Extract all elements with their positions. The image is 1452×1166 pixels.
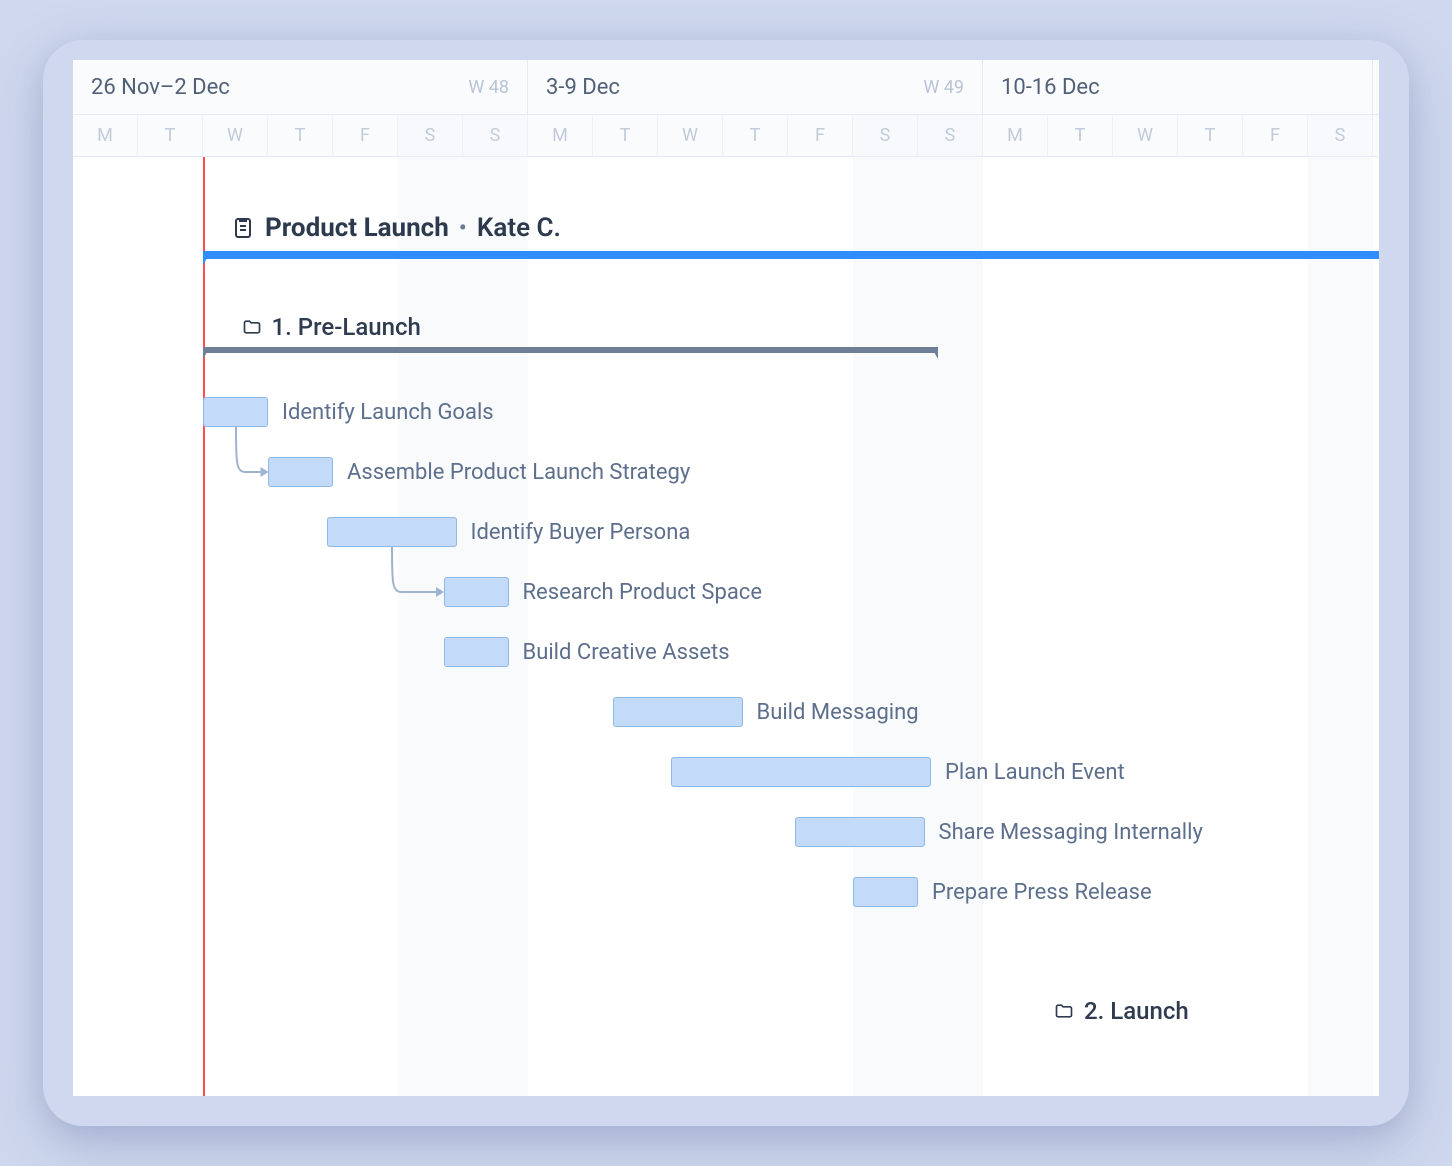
week-row: 4726 Nov–2 DecW 483-9 DecW 4910-16 Dec — [73, 60, 1379, 114]
task[interactable]: Research Product Space — [444, 577, 763, 607]
folder-icon — [1054, 1001, 1074, 1021]
day-header-cell: S — [1308, 115, 1373, 156]
task-label: Identify Buyer Persona — [471, 520, 691, 545]
week-number: W 49 — [923, 77, 964, 98]
day-header-cell: S — [463, 115, 528, 156]
week-header-cell: 26 Nov–2 Dec W 48 — [73, 60, 528, 114]
day-header-cell: S — [918, 115, 983, 156]
week-number: W 48 — [468, 77, 509, 98]
task-bar[interactable] — [671, 757, 931, 787]
day-header-cell: T — [138, 115, 203, 156]
gantt-body[interactable]: Product Launch • Kate C. 1. Pre-Launch Ident… — [73, 157, 1379, 1096]
task[interactable]: Prepare Press Release — [853, 877, 1152, 907]
task-bar[interactable] — [613, 697, 743, 727]
day-header-cell: T — [1048, 115, 1113, 156]
folder-header[interactable]: 1. Pre-Launch — [242, 313, 421, 341]
task-label: Prepare Press Release — [932, 880, 1152, 905]
task-label: Identify Launch Goals — [282, 400, 494, 425]
day-header-cell: T — [1178, 115, 1243, 156]
day-header-cell: S — [853, 115, 918, 156]
day-header-cell: F — [788, 115, 853, 156]
week-header-cell: 3-9 Dec W 49 — [528, 60, 983, 114]
folder-header[interactable]: 2. Launch — [1054, 997, 1189, 1025]
separator-dot: • — [459, 214, 467, 242]
day-header-cell: M — [983, 115, 1048, 156]
project-title: Product Launch — [265, 213, 449, 243]
week-range: 3-9 Dec — [546, 75, 620, 100]
task-label: Research Product Space — [523, 580, 763, 605]
task-bar[interactable] — [853, 877, 918, 907]
task[interactable]: Assemble Product Launch Strategy — [268, 457, 690, 487]
task[interactable]: Share Messaging Internally — [795, 817, 1203, 847]
task-bar[interactable] — [268, 457, 333, 487]
day-header-cell: T — [723, 115, 788, 156]
day-header-cell: T — [268, 115, 333, 156]
task-bar[interactable] — [795, 817, 925, 847]
task-bar[interactable] — [203, 397, 268, 427]
task-label: Plan Launch Event — [945, 760, 1125, 785]
task[interactable]: Build Creative Assets — [444, 637, 730, 667]
task-label: Build Messaging — [757, 700, 919, 725]
day-header-cell: F — [333, 115, 398, 156]
day-header-cell: W — [1113, 115, 1178, 156]
day-header-cell: F — [1243, 115, 1308, 156]
folder-name: 1. Pre-Launch — [272, 313, 421, 341]
task[interactable]: Build Messaging — [613, 697, 919, 727]
task-bar[interactable] — [444, 637, 509, 667]
day-header-cell: M — [528, 115, 593, 156]
project-owner: Kate C. — [477, 213, 561, 243]
folder-icon — [242, 317, 262, 337]
day-header-cell: W — [658, 115, 723, 156]
project-header[interactable]: Product Launch • Kate C. — [231, 213, 561, 243]
day-header-cell: M — [73, 115, 138, 156]
timeline-header: 4726 Nov–2 DecW 483-9 DecW 4910-16 Dec S… — [73, 60, 1379, 157]
folder-name: 2. Launch — [1084, 997, 1189, 1025]
task[interactable]: Identify Launch Goals — [203, 397, 494, 427]
task-bar[interactable] — [327, 517, 457, 547]
day-header-cell: S — [398, 115, 463, 156]
task[interactable]: Plan Launch Event — [671, 757, 1125, 787]
week-header-cell: 10-16 Dec — [983, 60, 1373, 114]
task[interactable]: Identify Buyer Persona — [327, 517, 691, 547]
task-label: Assemble Product Launch Strategy — [347, 460, 690, 485]
day-header-cell: T — [593, 115, 658, 156]
project-span-bar[interactable] — [203, 251, 1379, 259]
task-label: Share Messaging Internally — [939, 820, 1203, 845]
task-label: Build Creative Assets — [523, 640, 730, 665]
day-row: SMTWTFSSMTWTFSSMTWTFS — [73, 114, 1379, 156]
week-range: 26 Nov–2 Dec — [91, 75, 230, 100]
week-range: 10-16 Dec — [1001, 75, 1100, 100]
gantt-viewport[interactable]: 4726 Nov–2 DecW 483-9 DecW 4910-16 Dec S… — [73, 60, 1379, 1096]
project-icon — [231, 216, 255, 240]
day-header-cell: W — [203, 115, 268, 156]
folder-span-bar[interactable] — [203, 347, 938, 353]
task-bar[interactable] — [444, 577, 509, 607]
